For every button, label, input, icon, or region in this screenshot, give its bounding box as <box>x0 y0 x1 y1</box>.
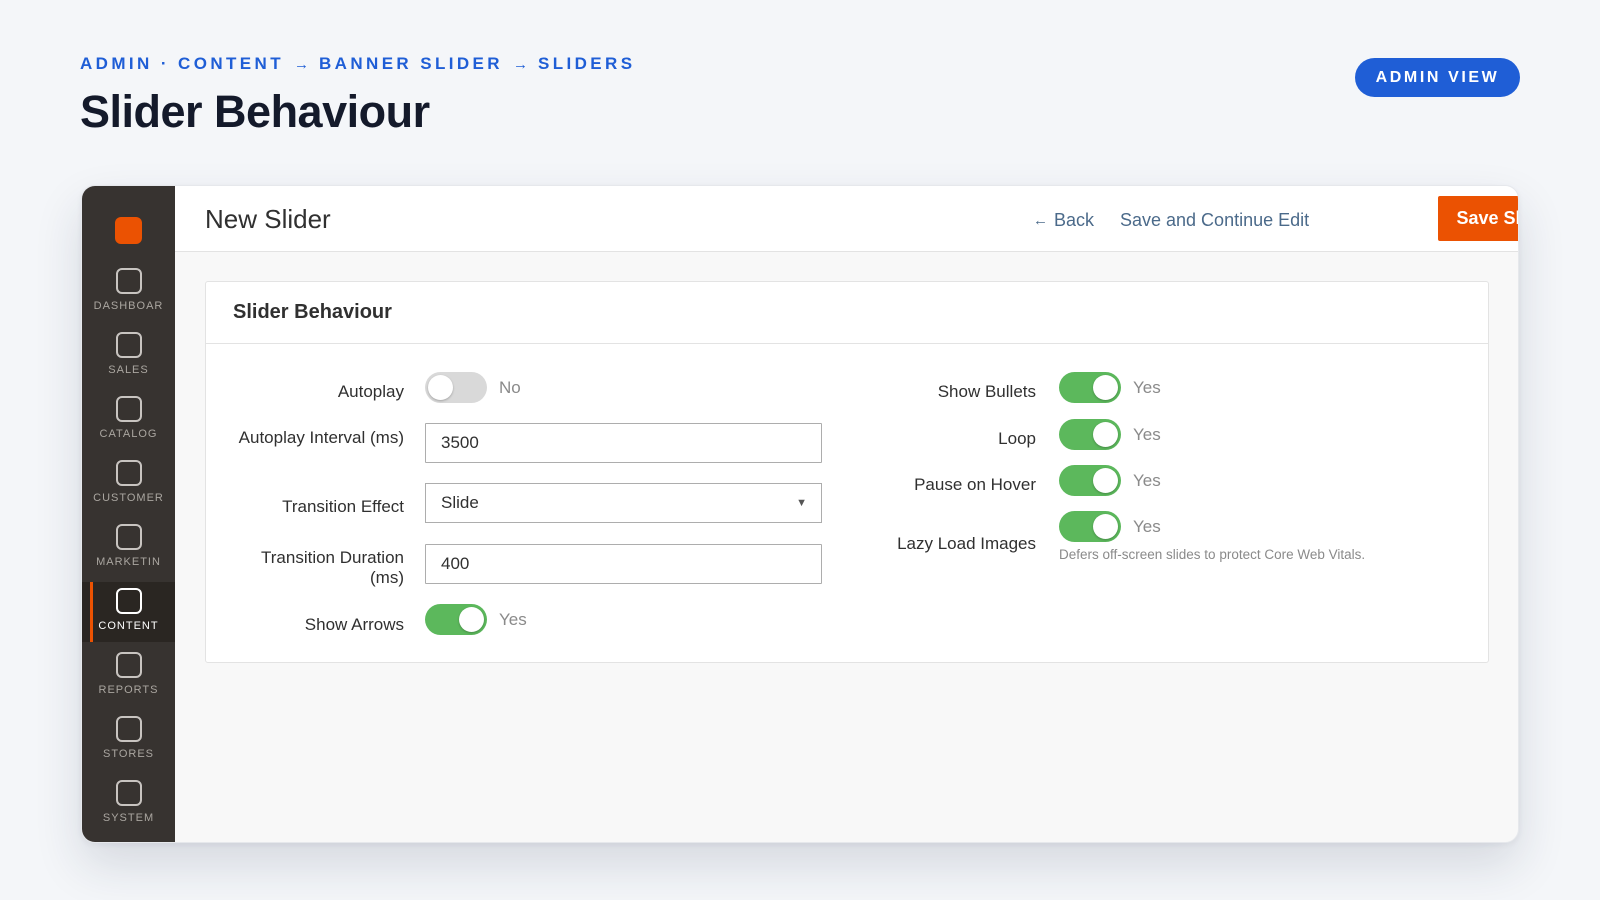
lazy-load-state: Yes <box>1133 517 1161 536</box>
show-arrows-toggle[interactable] <box>425 604 487 635</box>
sidebar-item-system[interactable]: SYSTEM <box>82 774 175 834</box>
pause-on-hover-toggle[interactable] <box>1059 465 1121 496</box>
sidebar-item-label: SYSTEM <box>102 812 155 824</box>
toggle-knob <box>428 375 453 400</box>
sidebar-item-sales[interactable]: SALES <box>82 326 175 386</box>
admin-view-badge[interactable]: ADMIN VIEW <box>1355 58 1520 97</box>
sidebar-item-label: DASHBOAR <box>93 300 164 312</box>
sidebar-item-marketing[interactable]: MARKETIN <box>82 518 175 578</box>
breadcrumb-item-sliders[interactable]: SLIDERS <box>538 54 635 74</box>
autoplay-toggle[interactable] <box>425 372 487 403</box>
form-title: New Slider <box>205 204 331 234</box>
back-button[interactable]: ← Back <box>1033 210 1094 231</box>
sidebar-item-label: SALES <box>108 364 149 376</box>
transition-duration-input[interactable] <box>425 544 822 584</box>
slider-behaviour-fieldset: Slider Behaviour Autoplay No Autoplay In… <box>205 281 1489 663</box>
lazy-load-hint: Defers off-screen slides to protect Core… <box>1059 547 1366 562</box>
sidebar-item-label: CATALOG <box>99 428 158 440</box>
show-bullets-label: Show Bullets <box>937 382 1036 401</box>
logo-icon[interactable] <box>115 217 142 244</box>
transition-duration-label: Transition Duration (ms) <box>261 548 404 587</box>
autoplay-interval-input[interactable] <box>425 423 822 463</box>
catalog-icon <box>115 396 142 422</box>
pause-on-hover-state: Yes <box>1133 471 1161 490</box>
sidebar-item-label: MARKETIN <box>96 556 161 568</box>
breadcrumb: ADMIN · CONTENT → BANNER SLIDER → SLIDER… <box>80 54 635 74</box>
fieldset-title: Slider Behaviour <box>233 301 392 323</box>
toggle-knob <box>459 607 484 632</box>
arrow-left-icon: ← <box>1033 212 1048 229</box>
stores-icon <box>115 716 142 742</box>
marketing-icon <box>115 524 142 550</box>
loop-toggle[interactable] <box>1059 419 1121 450</box>
transition-effect-select[interactable]: Slide ▼ <box>425 483 822 523</box>
reports-icon <box>115 652 142 678</box>
sidebar-item-stores[interactable]: STORES <box>82 710 175 770</box>
sidebar-item-label: REPORTS <box>98 684 159 696</box>
breadcrumb-separator: → <box>512 55 528 73</box>
sidebar-item-catalog[interactable]: CATALOG <box>82 390 175 450</box>
transition-effect-label: Transition Effect <box>282 497 404 516</box>
content-icon <box>115 588 142 614</box>
toggle-knob <box>1093 375 1118 400</box>
breadcrumb-separator: → <box>293 55 309 73</box>
show-bullets-toggle[interactable] <box>1059 372 1121 403</box>
toggle-knob <box>1093 422 1118 447</box>
show-arrows-state: Yes <box>499 610 527 629</box>
customer-icon <box>115 460 142 486</box>
toggle-knob <box>1093 514 1118 539</box>
back-label: Back <box>1054 210 1095 230</box>
sidebar: DASHBOAR SALES CATALOG CUSTOMER MARKETIN… <box>82 186 175 842</box>
admin-panel: DASHBOAR SALES CATALOG CUSTOMER MARKETIN… <box>81 185 1519 843</box>
save-and-continue-button[interactable]: Save and Continue Edit <box>1120 210 1309 231</box>
autoplay-state: No <box>499 378 521 397</box>
sales-icon <box>115 332 142 358</box>
breadcrumb-item-admin-content[interactable]: ADMIN · CONTENT <box>80 54 284 74</box>
save-slider-button[interactable]: Save Slider <box>1438 196 1518 241</box>
sidebar-item-dashboard[interactable]: DASHBOAR <box>82 262 175 322</box>
autoplay-label: Autoplay <box>337 382 404 401</box>
lazy-load-label: Lazy Load Images <box>897 534 1036 553</box>
system-icon <box>115 780 142 806</box>
breadcrumb-item-banner-slider[interactable]: BANNER SLIDER <box>319 54 503 74</box>
page-title: Slider Behaviour <box>80 86 430 137</box>
loop-state: Yes <box>1133 425 1161 444</box>
page-actions-bar: New Slider ← Back Save and Continue Edit… <box>175 186 1518 252</box>
sidebar-item-reports[interactable]: REPORTS <box>82 646 175 706</box>
sidebar-item-label: CUSTOMER <box>93 492 164 504</box>
sidebar-item-label: STORES <box>102 748 155 760</box>
lazy-load-toggle[interactable] <box>1059 511 1121 542</box>
fieldset-header[interactable]: Slider Behaviour <box>206 282 1488 344</box>
show-arrows-label: Show Arrows <box>304 615 404 634</box>
transition-effect-value: Slide <box>441 493 479 512</box>
toggle-knob <box>1093 468 1118 493</box>
dashboard-icon <box>115 268 142 294</box>
pause-on-hover-label: Pause on Hover <box>914 475 1036 494</box>
sidebar-item-content[interactable]: CONTENT <box>82 582 175 642</box>
sidebar-item-customers[interactable]: CUSTOMER <box>82 454 175 514</box>
autoplay-interval-label: Autoplay Interval (ms) <box>238 428 404 447</box>
loop-label: Loop <box>998 429 1036 448</box>
sidebar-item-label: CONTENT <box>98 620 159 632</box>
caret-down-icon: ▼ <box>796 497 807 509</box>
show-bullets-state: Yes <box>1133 378 1161 397</box>
